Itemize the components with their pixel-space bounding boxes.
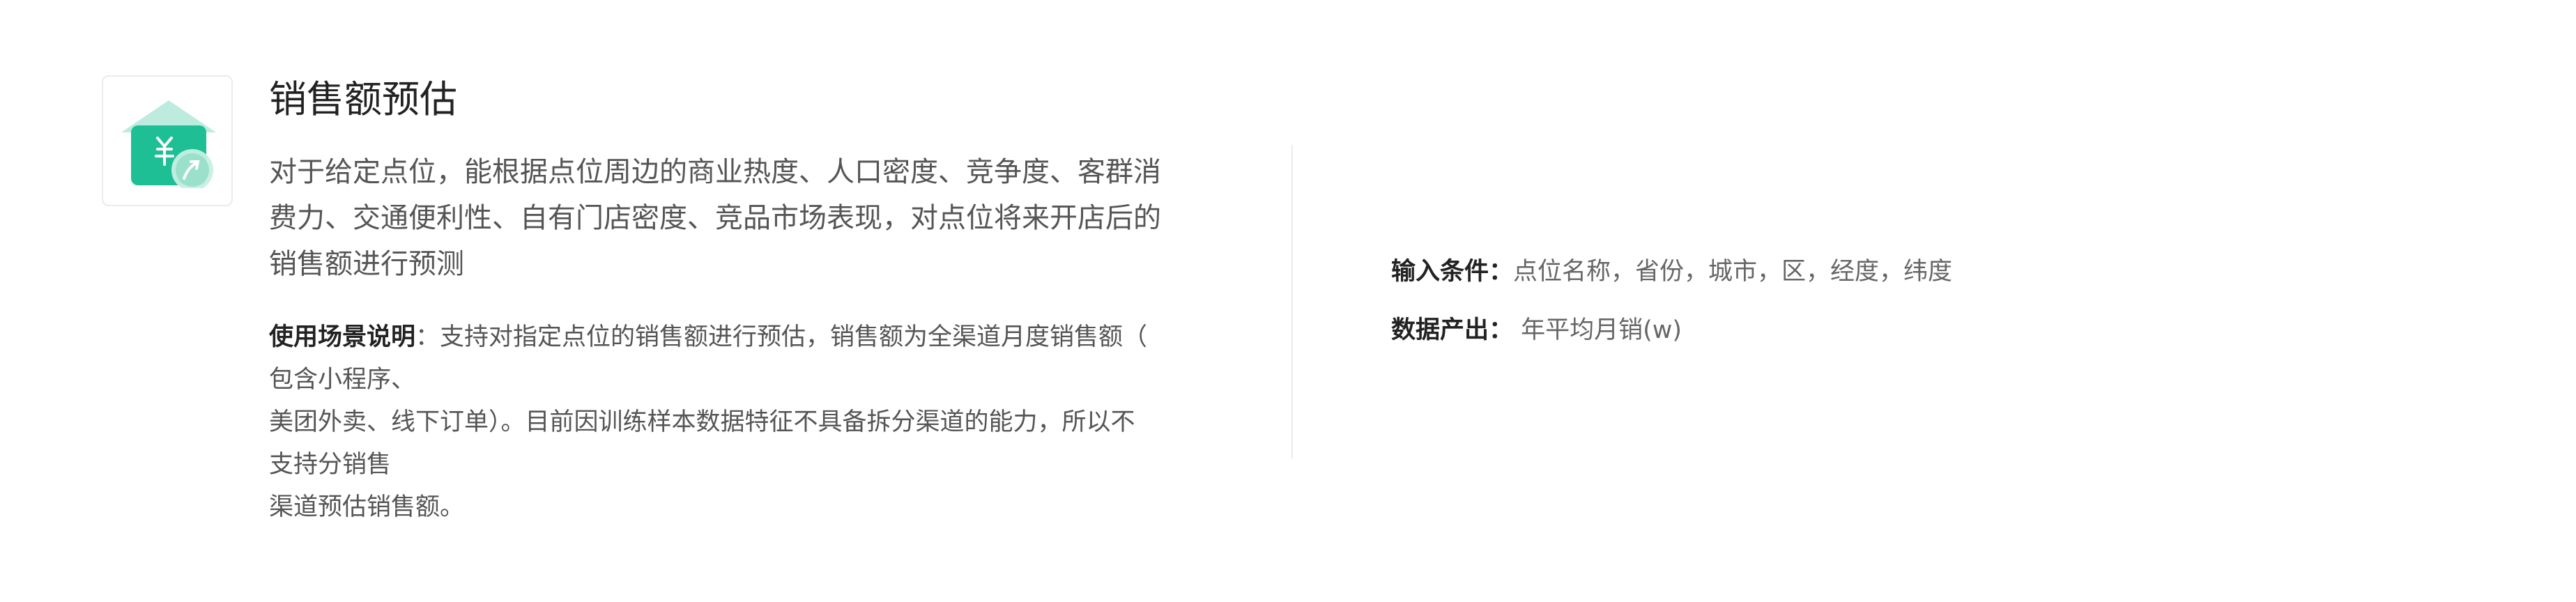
usage-label: 使用场景说明 bbox=[269, 323, 416, 351]
usage-line: 包含小程序、 bbox=[269, 366, 416, 394]
usage-line: 支持分销售 bbox=[269, 451, 392, 479]
usage-scenario: 使用场景说明：支持对指定点位的销售额进行预估，销售额为全渠道月度销售额（ 包含小… bbox=[269, 316, 1203, 529]
data-output-label: 数据产出： bbox=[1391, 316, 1514, 344]
usage-text: ：支持对指定点位的销售额进行预估，销售额为全渠道月度销售额（ bbox=[415, 323, 1148, 351]
usage-line: 美团外卖、线下订单）。目前因训练样本数据特征不具备拆分渠道的能力，所以不 bbox=[269, 408, 1135, 436]
input-conditions: 输入条件：点位名称，省份，城市，区，经度，纬度 bbox=[1391, 252, 1952, 291]
vertical-divider bbox=[1291, 145, 1293, 458]
input-conditions-value: 点位名称，省份，城市，区，经度，纬度 bbox=[1513, 258, 1953, 286]
model-description: 对于给定点位，能根据点位周边的商业热度、人口密度、竞争度、客群消 费力、交通便利… bbox=[269, 149, 1203, 287]
model-card: 销售额预估 对于给定点位，能根据点位周边的商业热度、人口密度、竞争度、客群消 费… bbox=[0, 0, 2576, 602]
model-icon-box bbox=[102, 75, 233, 206]
description-line: 费力、交通便利性、自有门店密度、竞品市场表现，对点位将来开店后的 bbox=[269, 202, 1161, 234]
data-output-value: 年平均月销(w) bbox=[1513, 316, 1682, 344]
usage-line: 使用场景说明：支持对指定点位的销售额进行预估，销售额为全渠道月度销售额（ bbox=[269, 316, 1203, 359]
page-title: 销售额预估 bbox=[269, 77, 457, 121]
data-output: 数据产出： 年平均月销(w) bbox=[1391, 311, 1682, 350]
description-line: 销售额进行预测 bbox=[269, 248, 464, 280]
input-conditions-label: 输入条件： bbox=[1391, 258, 1514, 286]
house-yen-growth-icon bbox=[121, 100, 216, 188]
usage-line: 渠道预估销售额。 bbox=[269, 493, 465, 521]
description-line: 对于给定点位，能根据点位周边的商业热度、人口密度、竞争度、客群消 bbox=[269, 156, 1161, 188]
